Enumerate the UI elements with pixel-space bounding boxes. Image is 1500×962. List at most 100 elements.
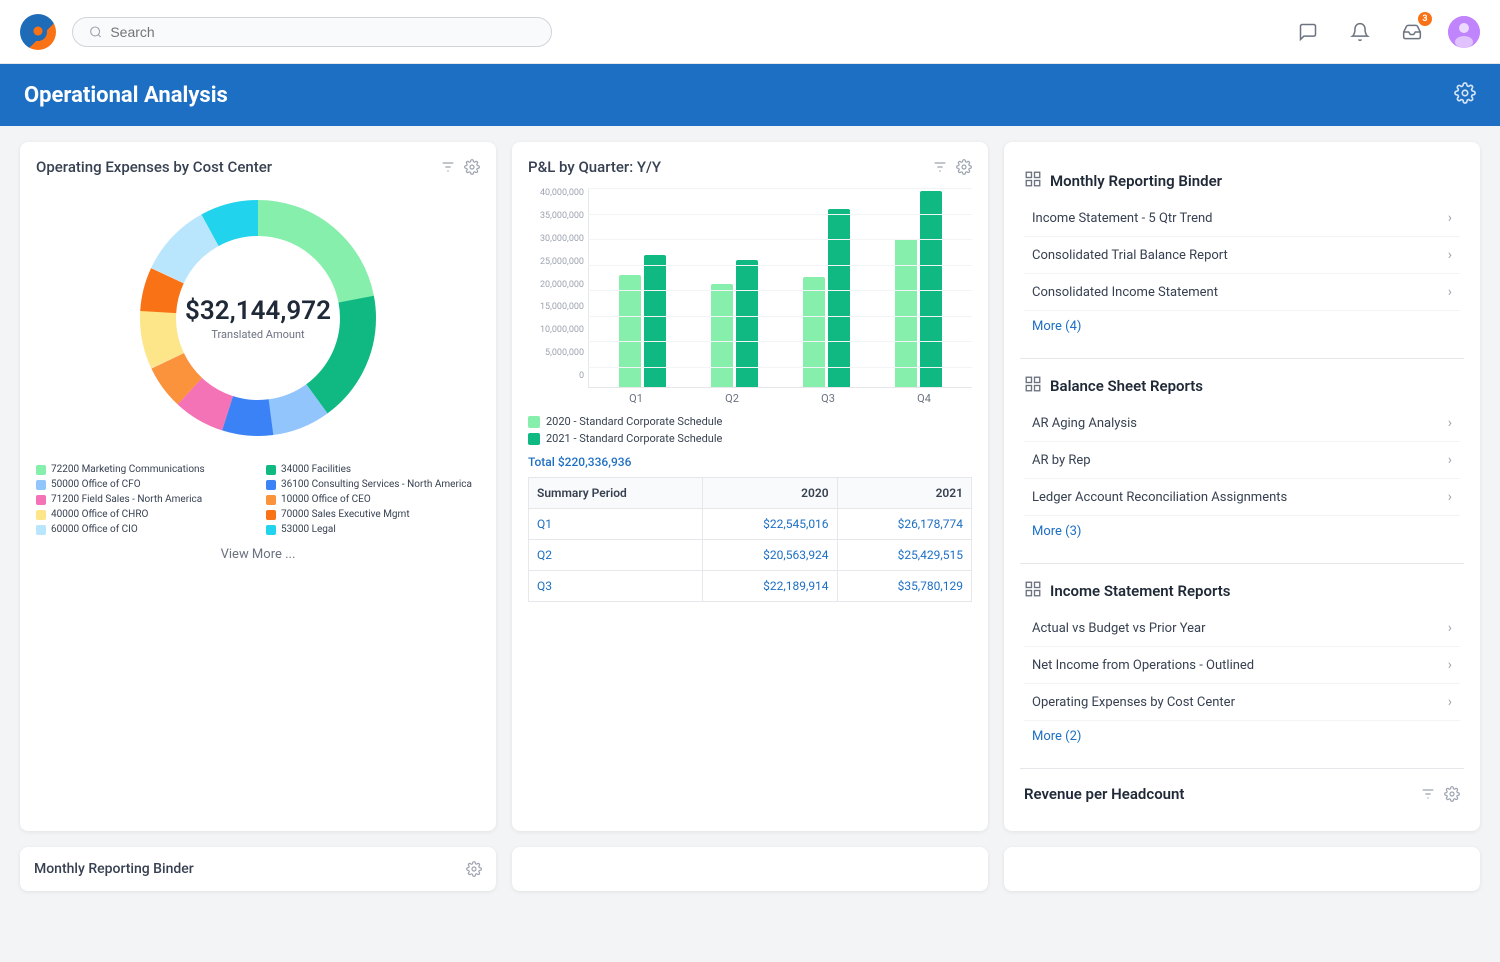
balance-sheet-icon — [1024, 375, 1042, 397]
chevron-icon-3: › — [1448, 284, 1452, 300]
legend-2021: 2021 - Standard Corporate Schedule — [528, 432, 972, 445]
card-header-bar: P&L by Quarter: Y/Y — [528, 158, 972, 176]
workday-logo — [20, 14, 56, 50]
bar-q4-2021 — [920, 191, 942, 387]
report-item-actual-budget[interactable]: Actual vs Budget vs Prior Year › — [1024, 610, 1460, 647]
report-item-income-trend[interactable]: Income Statement - 5 Qtr Trend › — [1024, 200, 1460, 237]
legend-color-10 — [266, 525, 276, 535]
report-item-op-expenses[interactable]: Operating Expenses by Cost Center › — [1024, 684, 1460, 721]
bottom-middle-card — [512, 847, 988, 891]
x-axis: Q1Q2Q3Q4 — [588, 392, 972, 405]
bottom-monthly-card: Monthly Reporting Binder — [20, 847, 496, 891]
table-cell-2020-q1: $22,545,016 — [703, 509, 837, 540]
income-statement-header: Income Statement Reports — [1024, 580, 1460, 602]
search-input[interactable] — [110, 24, 535, 40]
legend-color-6 — [266, 495, 276, 505]
gear-icon — [464, 159, 480, 175]
nav-icon-group: 3 — [1292, 16, 1480, 48]
income-statement-icon — [1024, 580, 1042, 602]
legend-2021-color — [528, 433, 540, 445]
bar-chart-inner — [588, 188, 972, 388]
bar-q3-2021 — [828, 209, 850, 387]
filter-icon-rh — [1420, 786, 1436, 802]
section-divider-2 — [1020, 563, 1464, 564]
monthly-more-link[interactable]: More (4) — [1024, 311, 1460, 342]
report-item-net-income[interactable]: Net Income from Operations - Outlined › — [1024, 647, 1460, 684]
bar-card-actions[interactable] — [932, 159, 972, 175]
legend-item-7: 40000 Office of CHRO — [36, 509, 250, 520]
gear-icon-bar — [956, 159, 972, 175]
page-header: Operational Analysis — [0, 64, 1500, 126]
bar-group-q1 — [619, 255, 666, 387]
operating-expenses-card: Operating Expenses by Cost Center — [20, 142, 496, 831]
legend-label-9: 60000 Office of CIO — [51, 524, 138, 535]
chevron-icon-6: › — [1448, 489, 1452, 505]
gear-icon-bottom[interactable] — [466, 861, 482, 877]
bars-row — [588, 188, 972, 388]
income-statement-title: Income Statement Reports — [1050, 582, 1230, 600]
donut-center-text: $32,144,972 Translated Amount — [185, 296, 331, 341]
bottom-row: Monthly Reporting Binder — [0, 847, 1500, 907]
income-statement-section: Income Statement Reports Actual vs Budge… — [1020, 568, 1464, 764]
revenue-headcount-section: Revenue per Headcount — [1020, 773, 1464, 815]
total-value: $220,336,936 — [558, 455, 632, 469]
monthly-section-icon — [1024, 170, 1042, 192]
revenue-headcount-title: Revenue per Headcount — [1024, 785, 1184, 803]
table-cell-period-q1: Q1 — [529, 509, 703, 540]
filter-icon — [440, 159, 456, 175]
inbox-icon — [1402, 22, 1422, 42]
chevron-icon-2: › — [1448, 247, 1452, 263]
income-statement-more-link[interactable]: More (2) — [1024, 721, 1460, 752]
top-navigation: 3 — [0, 0, 1500, 64]
legend-label-7: 40000 Office of CHRO — [51, 509, 148, 520]
bell-icon-button[interactable] — [1344, 16, 1376, 48]
report-item-text-ledger: Ledger Account Reconciliation Assignment… — [1032, 490, 1287, 505]
reports-panel: Monthly Reporting Binder Income Statemen… — [1004, 142, 1480, 831]
table-cell-2021-q2: $25,429,515 — [837, 540, 971, 571]
report-item-text-income-statement: Consolidated Income Statement — [1032, 285, 1218, 300]
legend-item-4: 36100 Consulting Services - North Americ… — [266, 479, 480, 490]
balance-sheet-title: Balance Sheet Reports — [1050, 377, 1203, 395]
bell-icon — [1350, 22, 1370, 42]
report-item-ar-rep[interactable]: AR by Rep › — [1024, 442, 1460, 479]
monthly-section-title: Monthly Reporting Binder — [1050, 172, 1222, 190]
bar-q4-2020 — [895, 239, 917, 387]
legend-color-9 — [36, 525, 46, 535]
donut-chart-container: $32,144,972 Translated Amount — [36, 188, 480, 448]
view-more-button[interactable]: View More ... — [36, 547, 480, 562]
report-item-income-statement[interactable]: Consolidated Income Statement › — [1024, 274, 1460, 311]
y-axis: 40,000,000 35,000,000 30,000,000 25,000,… — [528, 188, 584, 381]
balance-sheet-more-link[interactable]: More (3) — [1024, 516, 1460, 547]
bar-card-title: P&L by Quarter: Y/Y — [528, 158, 661, 176]
legend-item-5: 71200 Field Sales - North America — [36, 494, 250, 505]
bar-q1-2020 — [619, 275, 641, 387]
report-item-text-income-trend: Income Statement - 5 Qtr Trend — [1032, 211, 1212, 226]
chart-legend: 2020 - Standard Corporate Schedule 2021 … — [528, 415, 972, 445]
bar-q3-2020 — [803, 277, 825, 387]
user-avatar[interactable] — [1448, 16, 1480, 48]
header-settings-button[interactable] — [1454, 82, 1476, 108]
legend-color-1 — [36, 465, 46, 475]
donut-amount: $32,144,972 — [185, 296, 331, 326]
revenue-headcount-actions[interactable] — [1420, 786, 1460, 802]
table-header-2021: 2021 — [837, 478, 971, 509]
table-row: Q3 $22,189,914 $35,780,129 — [529, 571, 972, 602]
report-item-text-trial-balance: Consolidated Trial Balance Report — [1032, 248, 1228, 263]
report-item-ledger[interactable]: Ledger Account Reconciliation Assignment… — [1024, 479, 1460, 516]
card-header-donut: Operating Expenses by Cost Center — [36, 158, 480, 176]
donut-card-actions[interactable] — [440, 159, 480, 175]
legend-color-4 — [266, 480, 276, 490]
legend-item-10: 53000 Legal — [266, 524, 480, 535]
chat-icon-button[interactable] — [1292, 16, 1324, 48]
table-row: Q2 $20,563,924 $25,429,515 — [529, 540, 972, 571]
chevron-icon-1: › — [1448, 210, 1452, 226]
chevron-icon-4: › — [1448, 415, 1452, 431]
report-item-trial-balance[interactable]: Consolidated Trial Balance Report › — [1024, 237, 1460, 274]
bar-group-q3 — [803, 209, 850, 387]
inbox-icon-button[interactable]: 3 — [1396, 16, 1428, 48]
bar-chart-card: P&L by Quarter: Y/Y 40,000,000 35,000,00… — [512, 142, 988, 831]
monthly-reporting-section: Monthly Reporting Binder Income Statemen… — [1020, 158, 1464, 354]
report-item-ar-aging[interactable]: AR Aging Analysis › — [1024, 405, 1460, 442]
report-item-text-op-expenses: Operating Expenses by Cost Center — [1032, 695, 1235, 710]
search-bar[interactable] — [72, 17, 552, 47]
